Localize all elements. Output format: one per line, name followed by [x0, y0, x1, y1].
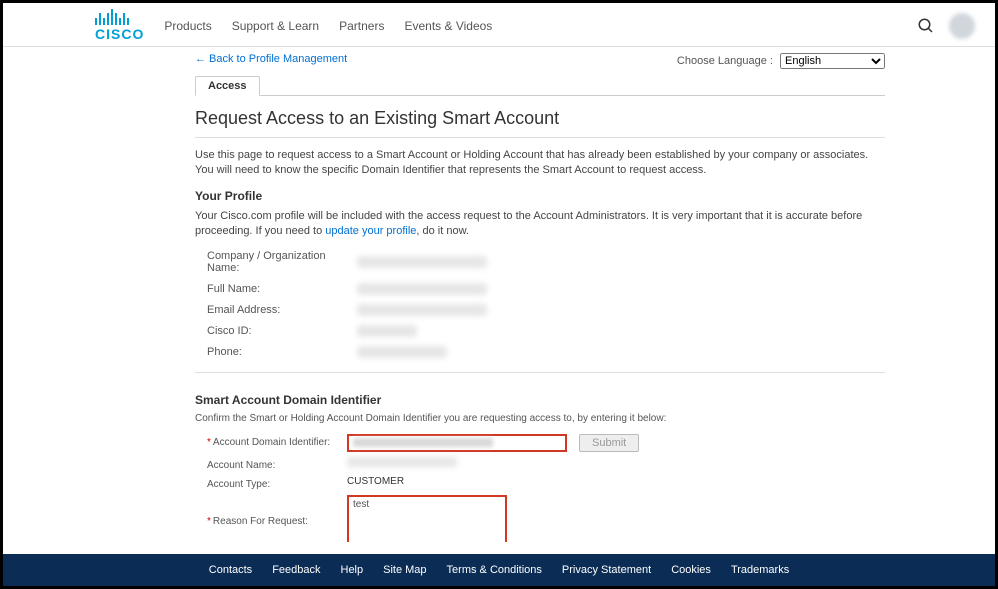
footer-terms[interactable]: Terms & Conditions: [447, 564, 542, 576]
reason-textarea[interactable]: test: [347, 495, 507, 542]
nav-support[interactable]: Support & Learn: [232, 19, 319, 33]
back-to-profile-link[interactable]: ← Back to Profile Management: [195, 53, 347, 65]
update-profile-link[interactable]: update your profile: [325, 225, 416, 237]
phone-label: Phone:: [207, 346, 357, 358]
your-profile-heading: Your Profile: [195, 189, 885, 203]
nav-products[interactable]: Products: [164, 19, 211, 33]
footer-privacy[interactable]: Privacy Statement: [562, 564, 651, 576]
account-type-label: Account Type:: [207, 476, 347, 490]
profile-text-post: , do it now.: [416, 225, 469, 237]
tab-bar: Access: [195, 75, 885, 96]
page-title: Request Access to an Existing Smart Acco…: [195, 108, 885, 129]
logo-text: CISCO: [95, 26, 144, 42]
domain-identifier-label: *Account Domain Identifier:: [207, 434, 347, 448]
back-link-label: Back to Profile Management: [209, 53, 347, 65]
email-value: [357, 304, 487, 316]
primary-nav: Products Support & Learn Partners Events…: [164, 19, 492, 33]
divider: [195, 137, 885, 138]
ciscoid-value: [357, 325, 417, 337]
global-footer: Contacts Feedback Help Site Map Terms & …: [3, 554, 995, 586]
arrow-left-icon: ←: [195, 53, 206, 65]
language-select[interactable]: English: [780, 53, 885, 69]
main-content: ← Back to Profile Management Choose Lang…: [3, 47, 995, 542]
user-avatar[interactable]: [949, 13, 975, 39]
reason-label: *Reason For Request:: [207, 513, 347, 527]
footer-trademarks[interactable]: Trademarks: [731, 564, 789, 576]
ciscoid-label: Cisco ID:: [207, 325, 357, 337]
footer-feedback[interactable]: Feedback: [272, 564, 320, 576]
smart-hint: Confirm the Smart or Holding Account Dom…: [195, 413, 885, 424]
account-type-value: CUSTOMER: [347, 476, 404, 487]
email-label: Email Address:: [207, 304, 357, 316]
tab-access[interactable]: Access: [195, 76, 260, 96]
account-name-value: [347, 457, 457, 467]
global-header: CISCO Products Support & Learn Partners …: [3, 3, 995, 47]
logo-bars-icon: [95, 9, 129, 25]
page-description: Use this page to request access to a Sma…: [195, 148, 885, 179]
footer-help[interactable]: Help: [341, 564, 364, 576]
nav-partners[interactable]: Partners: [339, 19, 384, 33]
language-chooser: Choose Language : English: [677, 53, 885, 69]
footer-contacts[interactable]: Contacts: [209, 564, 252, 576]
footer-cookies[interactable]: Cookies: [671, 564, 711, 576]
search-icon[interactable]: [917, 17, 935, 35]
cisco-logo[interactable]: CISCO: [95, 9, 144, 42]
smart-heading: Smart Account Domain Identifier: [195, 393, 885, 407]
fullname-value: [357, 283, 487, 295]
footer-sitemap[interactable]: Site Map: [383, 564, 426, 576]
profile-text-pre: Your Cisco.com profile will be included …: [195, 210, 862, 237]
profile-text: Your Cisco.com profile will be included …: [195, 209, 885, 240]
language-label: Choose Language :: [677, 55, 773, 67]
submit-button[interactable]: Submit: [579, 434, 639, 452]
company-value: [357, 256, 487, 268]
domain-identifier-input[interactable]: [347, 434, 567, 452]
fullname-label: Full Name:: [207, 283, 357, 295]
phone-value: [357, 346, 447, 358]
profile-fields: Company / Organization Name: Full Name: …: [207, 250, 885, 358]
company-label: Company / Organization Name:: [207, 250, 357, 274]
account-name-label: Account Name:: [207, 457, 347, 471]
nav-events[interactable]: Events & Videos: [404, 19, 492, 33]
smart-account-section: Smart Account Domain Identifier Confirm …: [195, 372, 885, 542]
